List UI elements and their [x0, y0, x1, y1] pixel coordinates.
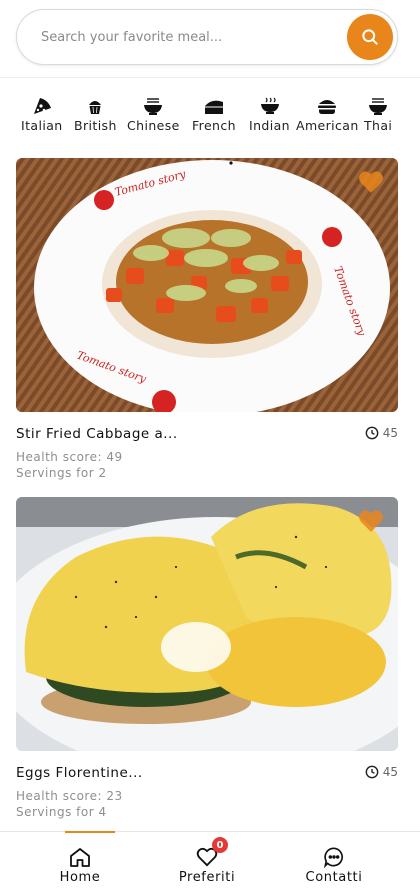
search-icon: [362, 29, 378, 45]
cheese-icon: [203, 96, 225, 116]
heart-icon: 0: [195, 837, 228, 868]
health-score: Health score: 49: [16, 450, 123, 464]
noodle-bowl-icon: [142, 96, 164, 116]
category-indian[interactable]: Indian: [249, 96, 290, 133]
burger-icon: [316, 96, 338, 116]
chat-icon: [322, 846, 346, 868]
search-bar: [16, 9, 398, 65]
category-chinese[interactable]: Chinese: [127, 96, 180, 133]
home-icon: [68, 846, 92, 868]
nav-label: Home: [59, 870, 101, 885]
category-label: British: [74, 118, 117, 133]
favorite-button[interactable]: [358, 509, 384, 537]
nav-contatti[interactable]: Contatti: [264, 832, 404, 888]
nav-preferiti[interactable]: 0 Preferiti: [137, 832, 277, 888]
clock-icon: [365, 765, 379, 779]
clock-icon: [365, 426, 379, 440]
category-label: Thai: [364, 118, 393, 133]
soup-bowl-icon: [367, 96, 389, 116]
category-bar: Italian British Chinese French Indian Am…: [0, 96, 420, 140]
cook-time-value: 45: [382, 765, 398, 779]
favorite-button[interactable]: [358, 170, 384, 198]
pizza-icon: [31, 96, 53, 116]
category-label: American: [296, 118, 359, 133]
recipe-photo: Tomato story Tomato story Tomato story: [16, 158, 398, 412]
category-label: Chinese: [127, 118, 180, 133]
bottom-nav: Home 0 Preferiti Contatti: [0, 831, 420, 888]
recipe-photo: [16, 497, 398, 751]
category-thai[interactable]: Thai: [364, 96, 392, 133]
category-french[interactable]: French: [192, 96, 236, 133]
category-american[interactable]: American: [296, 96, 359, 133]
recipe-title: Stir Fried Cabbage a...: [16, 426, 178, 442]
nav-label: Preferiti: [178, 870, 236, 885]
header-divider: [0, 77, 420, 78]
cupcake-icon: [84, 96, 106, 116]
nav-home[interactable]: Home: [10, 831, 150, 888]
search-input[interactable]: [41, 10, 331, 64]
cook-time: 45: [365, 765, 398, 779]
favorites-count-badge: 0: [212, 837, 228, 853]
search-button[interactable]: [347, 14, 393, 60]
category-label: Italian: [21, 118, 63, 133]
category-italian[interactable]: Italian: [21, 96, 63, 133]
cook-time-value: 45: [382, 426, 398, 440]
curry-bowl-icon: [259, 96, 281, 116]
category-label: Indian: [249, 118, 290, 133]
servings: Servings for 4: [16, 805, 107, 819]
health-score: Health score: 23: [16, 789, 123, 803]
recipe-title: Eggs Florentine...: [16, 765, 143, 781]
heart-icon: [359, 510, 383, 532]
servings: Servings for 2: [16, 466, 107, 480]
heart-icon: [359, 171, 383, 193]
recipe-card[interactable]: Tomato story Tomato story Tomato story S…: [16, 158, 398, 480]
category-british[interactable]: British: [74, 96, 117, 133]
cook-time: 45: [365, 426, 398, 440]
category-label: French: [192, 118, 236, 133]
recipe-card[interactable]: Eggs Florentine... 45 Health score: 23 S…: [16, 497, 398, 819]
nav-label: Contatti: [305, 870, 363, 885]
